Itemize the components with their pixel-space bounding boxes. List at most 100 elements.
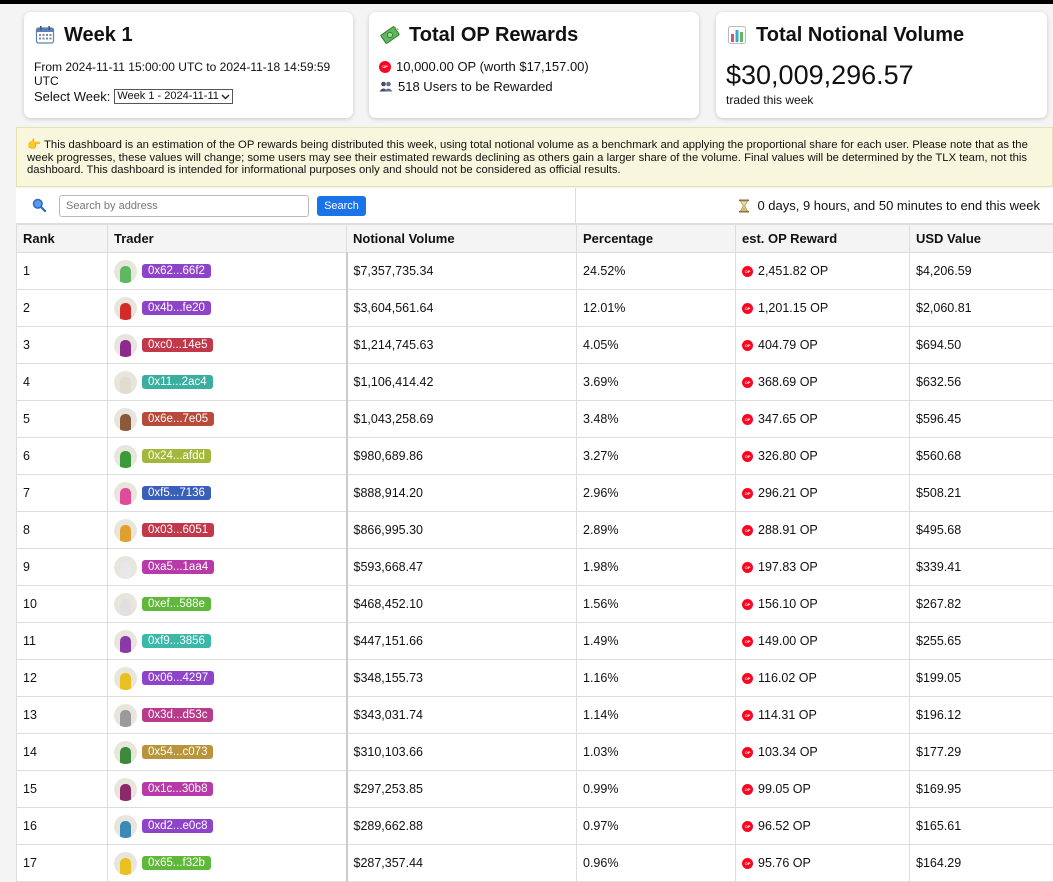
address-badge[interactable]: 0xd2...e0c8 (142, 819, 213, 833)
reward-value: 368.69 OP (758, 375, 818, 389)
table-row[interactable]: 160xd2...e0c8$289,662.880.97%OP96.52 OP$… (17, 808, 1053, 845)
table-row[interactable]: 90xa5...1aa4$593,668.471.98%OP197.83 OP$… (17, 549, 1053, 586)
reward-cell: OP99.05 OP (736, 771, 910, 808)
column-header-est-op-reward[interactable]: est. OP Reward (736, 225, 910, 253)
reward-value: 96.52 OP (758, 819, 811, 833)
table-row[interactable]: 110xf9...3856$447,151.661.49%OP149.00 OP… (17, 623, 1053, 660)
table-row[interactable]: 100xef...588e$468,452.101.56%OP156.10 OP… (17, 586, 1053, 623)
table-row[interactable]: 40x11...2ac4$1,106,414.423.69%OP368.69 O… (17, 364, 1053, 401)
address-badge[interactable]: 0xf5...7136 (142, 486, 211, 500)
table-row[interactable]: 140x54...c073$310,103.661.03%OP103.34 OP… (17, 734, 1053, 771)
reward-value: 103.34 OP (758, 745, 818, 759)
address-badge[interactable]: 0xa5...1aa4 (142, 560, 214, 574)
address-badge[interactable]: 0xc0...14e5 (142, 338, 213, 352)
week-card: Week 1 From 2024-11-11 15:00:00 UTC to 2… (24, 12, 353, 118)
countdown-text: 0 days, 9 hours, and 50 minutes to end t… (757, 198, 1040, 213)
address-badge[interactable]: 0xf9...3856 (142, 634, 211, 648)
rank-cell: 7 (17, 475, 108, 512)
search-area: Search (16, 188, 576, 223)
reward: OP 96.52 OP (742, 819, 903, 833)
table-row[interactable]: 170x65...f32b$287,357.440.96%OP95.76 OP$… (17, 845, 1053, 882)
op-token-icon: OP (742, 525, 753, 536)
address-badge[interactable]: 0x3d...d53c (142, 708, 213, 722)
usd-value-cell: $495.68 (910, 512, 1053, 549)
trader-cell: 0x24...afdd (108, 438, 347, 475)
address-badge[interactable]: 0x03...6051 (142, 523, 214, 537)
address-badge[interactable]: 0x62...66f2 (142, 264, 211, 278)
reward-value: 288.91 OP (758, 523, 818, 537)
table-row[interactable]: 130x3d...d53c$343,031.741.14%OP114.31 OP… (17, 697, 1053, 734)
address-badge[interactable]: 0x06...4297 (142, 671, 214, 685)
usd-value-cell: $165.61 (910, 808, 1053, 845)
volume-cell: $287,357.44 (347, 845, 577, 882)
percentage-cell: 12.01% (577, 290, 736, 327)
address-badge[interactable]: 0x24...afdd (142, 449, 211, 463)
reward-value: 296.21 OP (758, 486, 818, 500)
trader: 0x06...4297 (114, 667, 340, 690)
money-icon (379, 24, 401, 46)
address-badge[interactable]: 0x4b...fe20 (142, 301, 211, 315)
address-badge[interactable]: 0x6e...7e05 (142, 412, 214, 426)
usd-value-cell: $267.82 (910, 586, 1053, 623)
trader: 0x65...f32b (114, 852, 340, 875)
volume-cell: $343,031.74 (347, 697, 577, 734)
column-header-rank[interactable]: Rank (17, 225, 108, 253)
avatar (114, 741, 137, 764)
volume-cell: $3,604,561.64 (347, 290, 577, 327)
address-badge[interactable]: 0x1c...30b8 (142, 782, 213, 796)
op-token-icon: OP (742, 821, 753, 832)
op-token-icon: OP (742, 377, 753, 388)
rewards-card-header: Total OP Rewards (379, 22, 689, 48)
trader-cell: 0xa5...1aa4 (108, 549, 347, 586)
rank-cell: 13 (17, 697, 108, 734)
volume-cell: $1,043,258.69 (347, 401, 577, 438)
address-badge[interactable]: 0xef...588e (142, 597, 211, 611)
address-badge[interactable]: 0x54...c073 (142, 745, 213, 759)
search-input[interactable] (59, 195, 309, 217)
table-row[interactable]: 60x24...afdd$980,689.863.27%OP326.80 OP$… (17, 438, 1053, 475)
percentage-cell: 0.97% (577, 808, 736, 845)
users-line: 518 Users to be Rewarded (379, 79, 689, 94)
table-row[interactable]: 120x06...4297$348,155.731.16%OP116.02 OP… (17, 660, 1053, 697)
column-header-notional-volume[interactable]: Notional Volume (347, 225, 577, 253)
reward-cell: OP156.10 OP (736, 586, 910, 623)
trader-cell: 0xf9...3856 (108, 623, 347, 660)
address-badge[interactable]: 0x11...2ac4 (142, 375, 213, 389)
usd-value-cell: $164.29 (910, 845, 1053, 882)
reward: OP156.10 OP (742, 597, 903, 611)
week-select[interactable]: Week 1 - 2024-11-11 (114, 89, 233, 104)
table-body: 10x62...66f2$7,357,735.3424.52%OP2,451.8… (17, 253, 1053, 882)
table-row[interactable]: 20x4b...fe20$3,604,561.6412.01%OP1,201.1… (17, 290, 1053, 327)
total-volume-value: $30,009,296.57 (726, 60, 1037, 91)
volume-title: Total Notional Volume (756, 24, 964, 47)
percentage-cell: 3.27% (577, 438, 736, 475)
op-token-icon: OP (379, 61, 391, 73)
reward: OP149.00 OP (742, 634, 903, 648)
table-row[interactable]: 80x03...6051$866,995.302.89%OP288.91 OP$… (17, 512, 1053, 549)
search-button[interactable]: Search (317, 196, 366, 216)
table-row[interactable]: 10x62...66f2$7,357,735.3424.52%OP2,451.8… (17, 253, 1053, 290)
op-token-icon: OP (742, 673, 753, 684)
rank-cell: 10 (17, 586, 108, 623)
trader: 0xf5...7136 (114, 482, 340, 505)
percentage-cell: 3.48% (577, 401, 736, 438)
table-row[interactable]: 150x1c...30b8$297,253.850.99%OP99.05 OP$… (17, 771, 1053, 808)
trader-cell: 0x6e...7e05 (108, 401, 347, 438)
volume-cell: $866,995.30 (347, 512, 577, 549)
usd-value-cell: $4,206.59 (910, 253, 1053, 290)
table-row[interactable]: 30xc0...14e5$1,214,745.634.05%OP404.79 O… (17, 327, 1053, 364)
reward-value: 326.80 OP (758, 449, 818, 463)
table-row[interactable]: 70xf5...7136$888,914.202.96%OP296.21 OP$… (17, 475, 1053, 512)
column-header-percentage[interactable]: Percentage (577, 225, 736, 253)
reward-value: 156.10 OP (758, 597, 818, 611)
reward: OP99.05 OP (742, 782, 903, 796)
op-token-icon: OP (742, 414, 753, 425)
avatar (114, 260, 137, 283)
reward-value: 2,451.82 OP (758, 264, 828, 278)
percentage-cell: 0.99% (577, 771, 736, 808)
column-header-usd-value[interactable]: USD Value (910, 225, 1053, 253)
column-header-trader[interactable]: Trader (108, 225, 347, 253)
trader: 0xd2...e0c8 (114, 815, 340, 838)
table-row[interactable]: 50x6e...7e05$1,043,258.693.48%OP347.65 O… (17, 401, 1053, 438)
total-volume-caption: traded this week (726, 93, 1037, 107)
